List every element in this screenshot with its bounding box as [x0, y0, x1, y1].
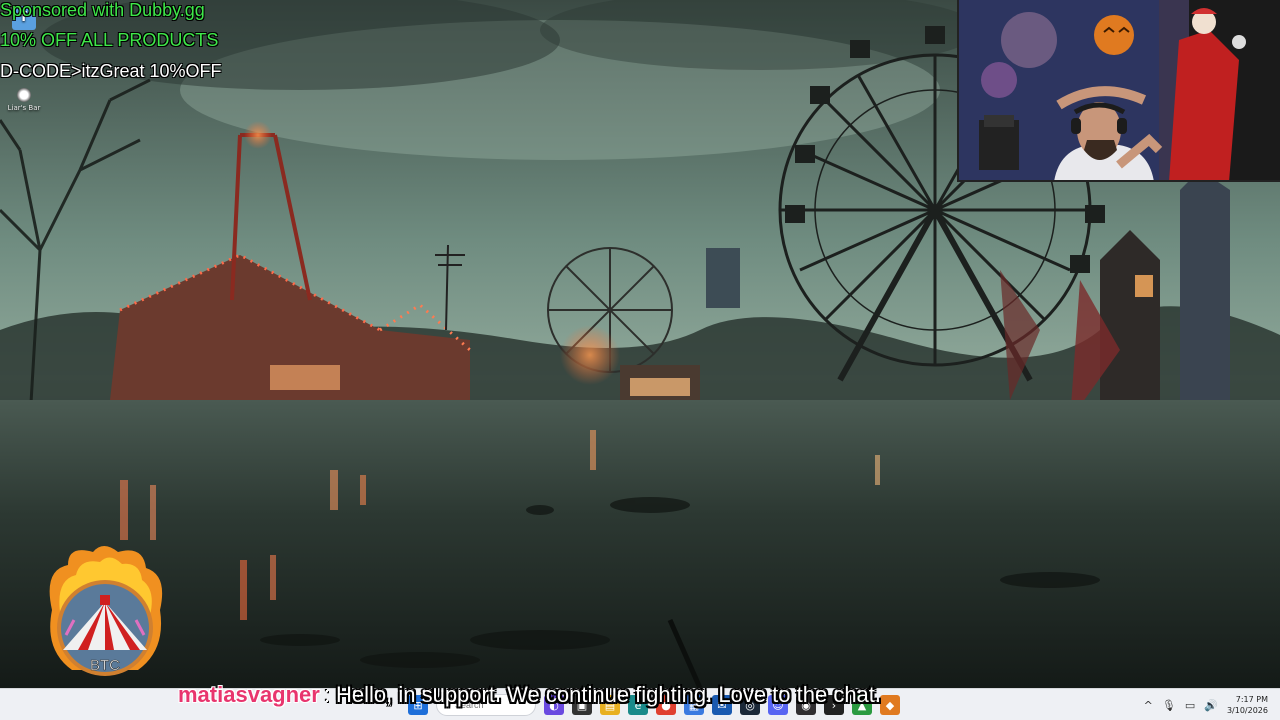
- circus-tent-flame-logo: BTC: [49, 546, 163, 676]
- network-icon[interactable]: ▭: [1185, 699, 1195, 712]
- clock-date: 3/10/2026: [1226, 706, 1268, 715]
- liars-bar-icon: [17, 88, 31, 102]
- btc-circus-logo: BTC: [38, 540, 172, 680]
- logo-text: BTC: [90, 657, 120, 674]
- webcam-overlay: [957, 0, 1280, 182]
- volume-icon[interactable]: 🔊: [1204, 699, 1218, 712]
- chat-message-overlay: matiasvagner: Hello, in support. We conti…: [178, 682, 881, 708]
- sponsor-text: Sponsored with Dubby.gg: [0, 0, 205, 20]
- sponsor-discount-text: 10% OFF ALL PRODUCTS: [0, 30, 219, 50]
- desktop-icon-label: Liar's Bar: [7, 104, 41, 112]
- clock-time: 7:17 PM: [1235, 695, 1268, 704]
- chat-separator: :: [323, 682, 330, 707]
- system-tray: ^ 🎙 ▭ 🔊 7:17 PM 3/10/2026: [1144, 693, 1268, 717]
- browser-icon[interactable]: ◆: [880, 695, 900, 715]
- clock[interactable]: 7:17 PM 3/10/2026: [1227, 694, 1268, 716]
- microphone-icon[interactable]: 🎙: [1162, 699, 1176, 712]
- desktop-icon-liars-bar[interactable]: Liar's Bar: [1, 88, 47, 112]
- chevron-up-icon[interactable]: ^: [1144, 699, 1153, 712]
- webcam-feed: [959, 0, 1280, 180]
- chat-username: matiasvagner: [178, 682, 320, 707]
- chat-message-text: Hello, in support. We continue fighting.…: [335, 682, 882, 707]
- sponsor-code-text: D-CODE>itzGreat 10%OFF: [0, 61, 222, 81]
